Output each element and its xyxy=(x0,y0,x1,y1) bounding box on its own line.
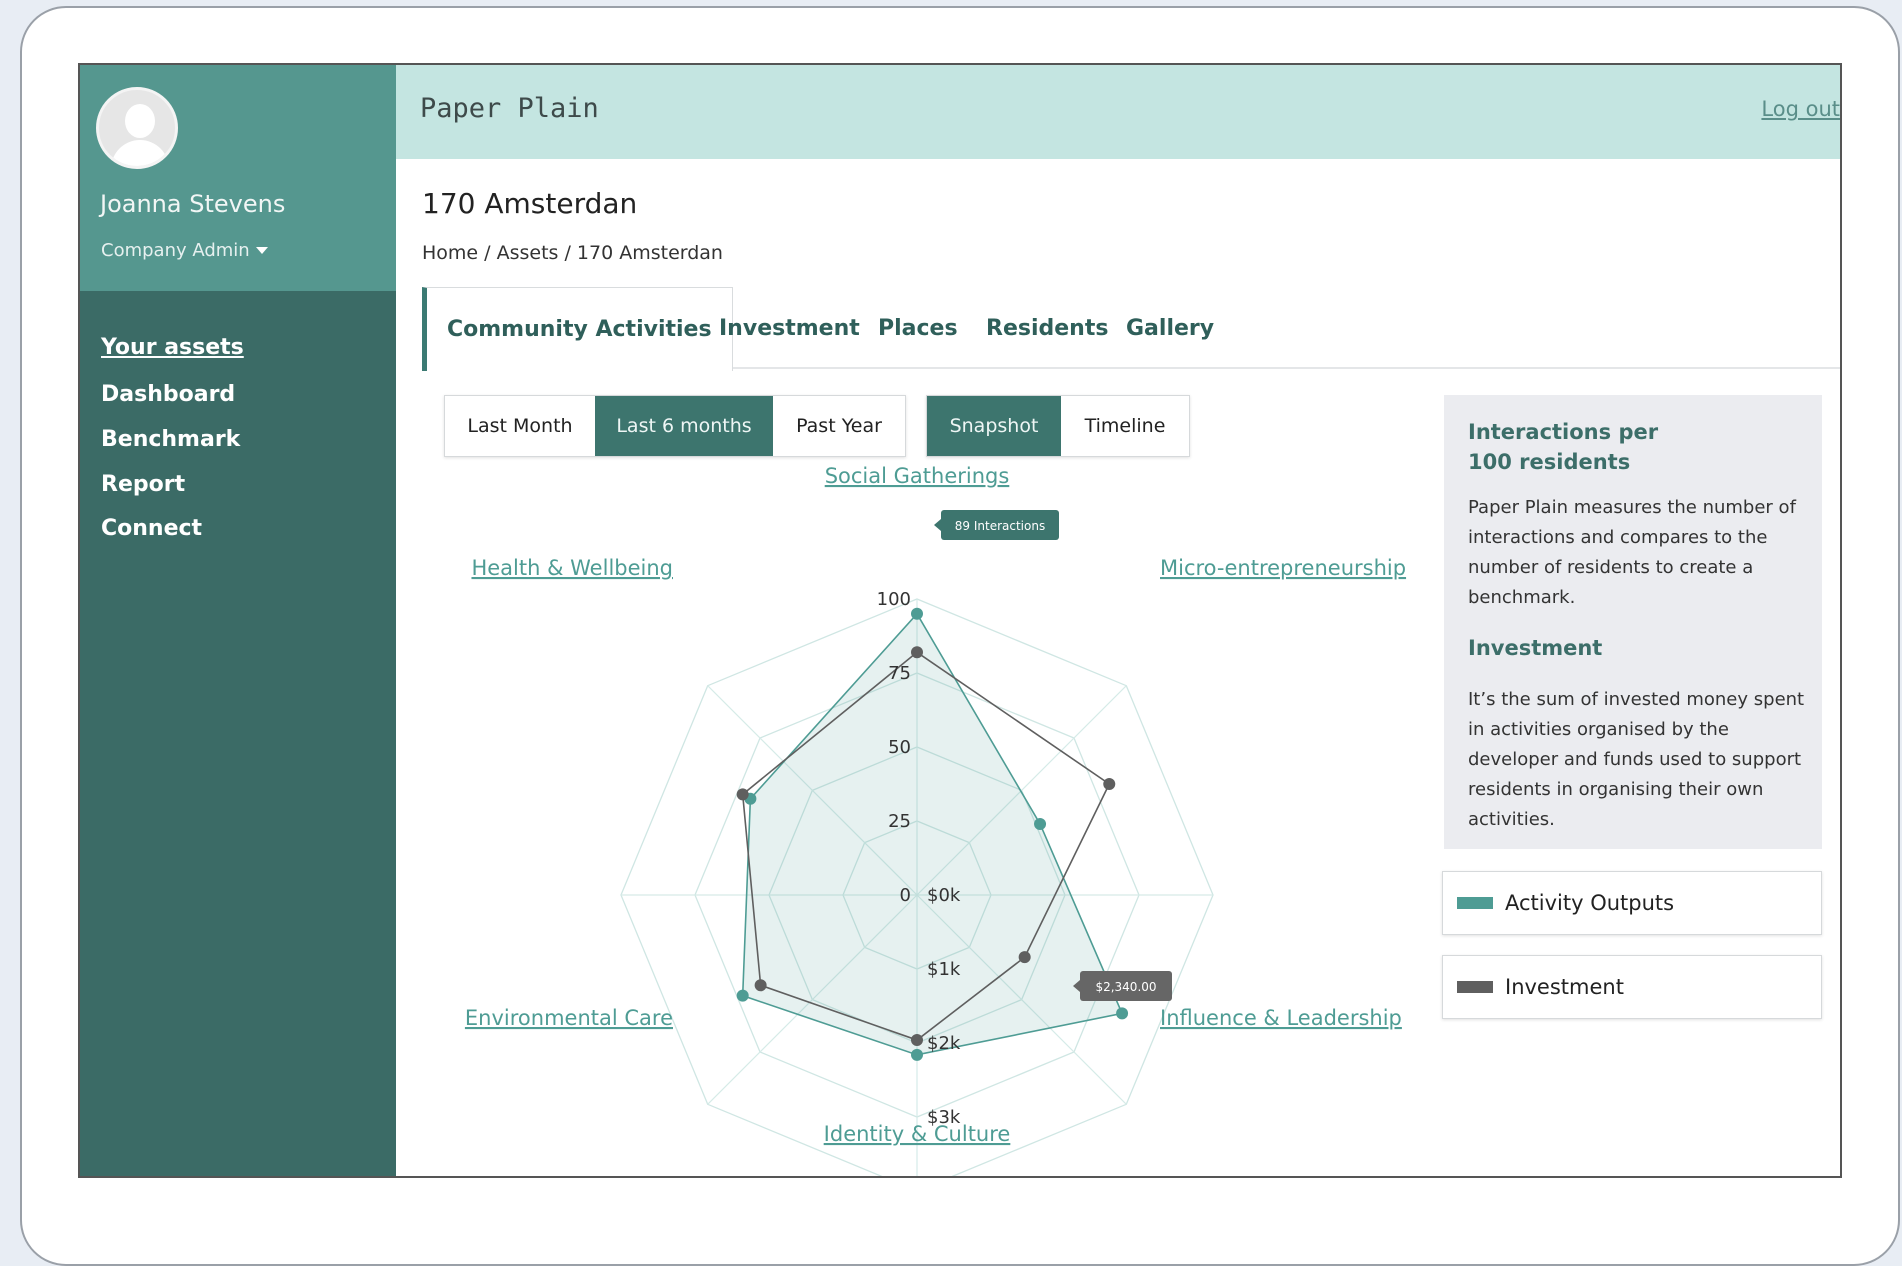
upper-scale-tick: 100 xyxy=(877,589,911,610)
sidebar-item-your-assets[interactable]: Your assets xyxy=(101,335,244,360)
legend-activity-outputs[interactable]: Activity Outputs xyxy=(1442,871,1822,935)
investment-point xyxy=(736,788,749,801)
activity-point xyxy=(911,607,923,620)
lower-scale-tick: $2k xyxy=(927,1033,961,1054)
info-panel: Interactions per 100 residents Paper Pla… xyxy=(1444,395,1822,849)
user-name: Joanna Stevens xyxy=(100,190,286,218)
activity-outputs-area xyxy=(741,612,1124,1056)
user-role-label: Company Admin xyxy=(101,240,250,261)
period-past-year-button[interactable]: Past Year xyxy=(773,396,905,456)
activity-point xyxy=(1116,1007,1129,1020)
app-screen: Joanna Stevens Company Admin Your assets… xyxy=(78,63,1842,1178)
lower-scale-tick: $1k xyxy=(927,959,961,980)
avatar[interactable] xyxy=(96,87,178,169)
axis-label[interactable]: Influence & Leadership xyxy=(1160,1006,1402,1030)
view-filter: Snapshot Timeline xyxy=(926,395,1190,457)
period-last-month-button[interactable]: Last Month xyxy=(445,396,595,456)
tab-community-activities[interactable]: Community Activities xyxy=(422,287,733,371)
sidebar-item-benchmark[interactable]: Benchmark xyxy=(101,427,240,452)
upper-scale-tick: 50 xyxy=(888,737,911,758)
investment-point xyxy=(1103,778,1116,790)
tab-gallery[interactable]: Gallery xyxy=(1126,287,1214,369)
legend-label-activity: Activity Outputs xyxy=(1505,891,1675,915)
axis-label[interactable]: Health & Wellbeing xyxy=(471,556,673,580)
view-snapshot-button[interactable]: Snapshot xyxy=(927,396,1061,456)
activity-point xyxy=(911,1048,923,1061)
axis-label[interactable]: Environmental Care xyxy=(465,1006,673,1030)
chevron-down-icon xyxy=(255,247,268,254)
info-heading-interactions: Interactions per 100 residents xyxy=(1468,420,1659,474)
investment-point xyxy=(754,979,767,992)
activity-point xyxy=(736,989,749,1002)
axis-label[interactable]: Identity & Culture xyxy=(824,1122,1011,1146)
info-text-investment: It’s the sum of invested money spent in … xyxy=(1468,689,1805,830)
period-filter: Last Month Last 6 months Past Year xyxy=(444,395,906,457)
investment-point xyxy=(1018,951,1031,964)
user-panel: Joanna Stevens Company Admin xyxy=(80,65,396,291)
sidebar-item-report[interactable]: Report xyxy=(101,472,185,497)
investment-point xyxy=(911,646,923,659)
info-text-interactions: Paper Plain measures the number of inter… xyxy=(1468,497,1796,608)
tooltip-text: $2,340.00 xyxy=(1095,980,1156,994)
legend-swatch-activity xyxy=(1457,897,1493,909)
sidebar-item-dashboard[interactable]: Dashboard xyxy=(101,382,235,407)
legend-swatch-investment xyxy=(1457,981,1493,993)
legend-label-investment: Investment xyxy=(1505,975,1624,999)
legend-investment[interactable]: Investment xyxy=(1442,955,1822,1019)
sidebar: Joanna Stevens Company Admin Your assets… xyxy=(80,65,396,1176)
tab-places[interactable]: Places xyxy=(878,287,958,369)
axis-label[interactable]: Social Gatherings xyxy=(825,464,1010,488)
tab-residents[interactable]: Residents xyxy=(986,287,1108,369)
tooltip-pointer xyxy=(934,519,941,531)
top-header: Paper Plain Log out xyxy=(396,65,1840,159)
user-role-dropdown[interactable]: Company Admin xyxy=(101,240,268,261)
activity-point xyxy=(1034,817,1047,830)
app-title: Paper Plain xyxy=(420,93,599,124)
investment-point xyxy=(911,1034,923,1047)
info-heading-investment: Investment xyxy=(1468,636,1603,660)
breadcrumb[interactable]: Home / Assets / 170 Amsterdan xyxy=(422,242,723,264)
axis-label[interactable]: Micro-entrepreneurship xyxy=(1160,556,1406,580)
page-title: 170 Amsterdan xyxy=(422,187,638,220)
tab-investment[interactable]: Investment xyxy=(719,287,860,369)
radar-chart: 0255075100$0k$1k$2k$3k$4k Social Gatheri… xyxy=(465,464,1406,1176)
lower-scale-tick: $0k xyxy=(927,885,961,906)
sidebar-item-connect[interactable]: Connect xyxy=(101,516,202,541)
tab-bar: Community Activities Investment Places R… xyxy=(422,287,1840,371)
upper-scale-tick: 0 xyxy=(900,885,911,906)
period-last-6-months-button[interactable]: Last 6 months xyxy=(595,396,773,456)
upper-scale-tick: 75 xyxy=(888,663,911,684)
tooltip-text: 89 Interactions xyxy=(955,519,1045,533)
logout-link[interactable]: Log out xyxy=(1761,97,1840,121)
upper-scale-tick: 25 xyxy=(888,811,911,832)
view-timeline-button[interactable]: Timeline xyxy=(1061,396,1189,456)
